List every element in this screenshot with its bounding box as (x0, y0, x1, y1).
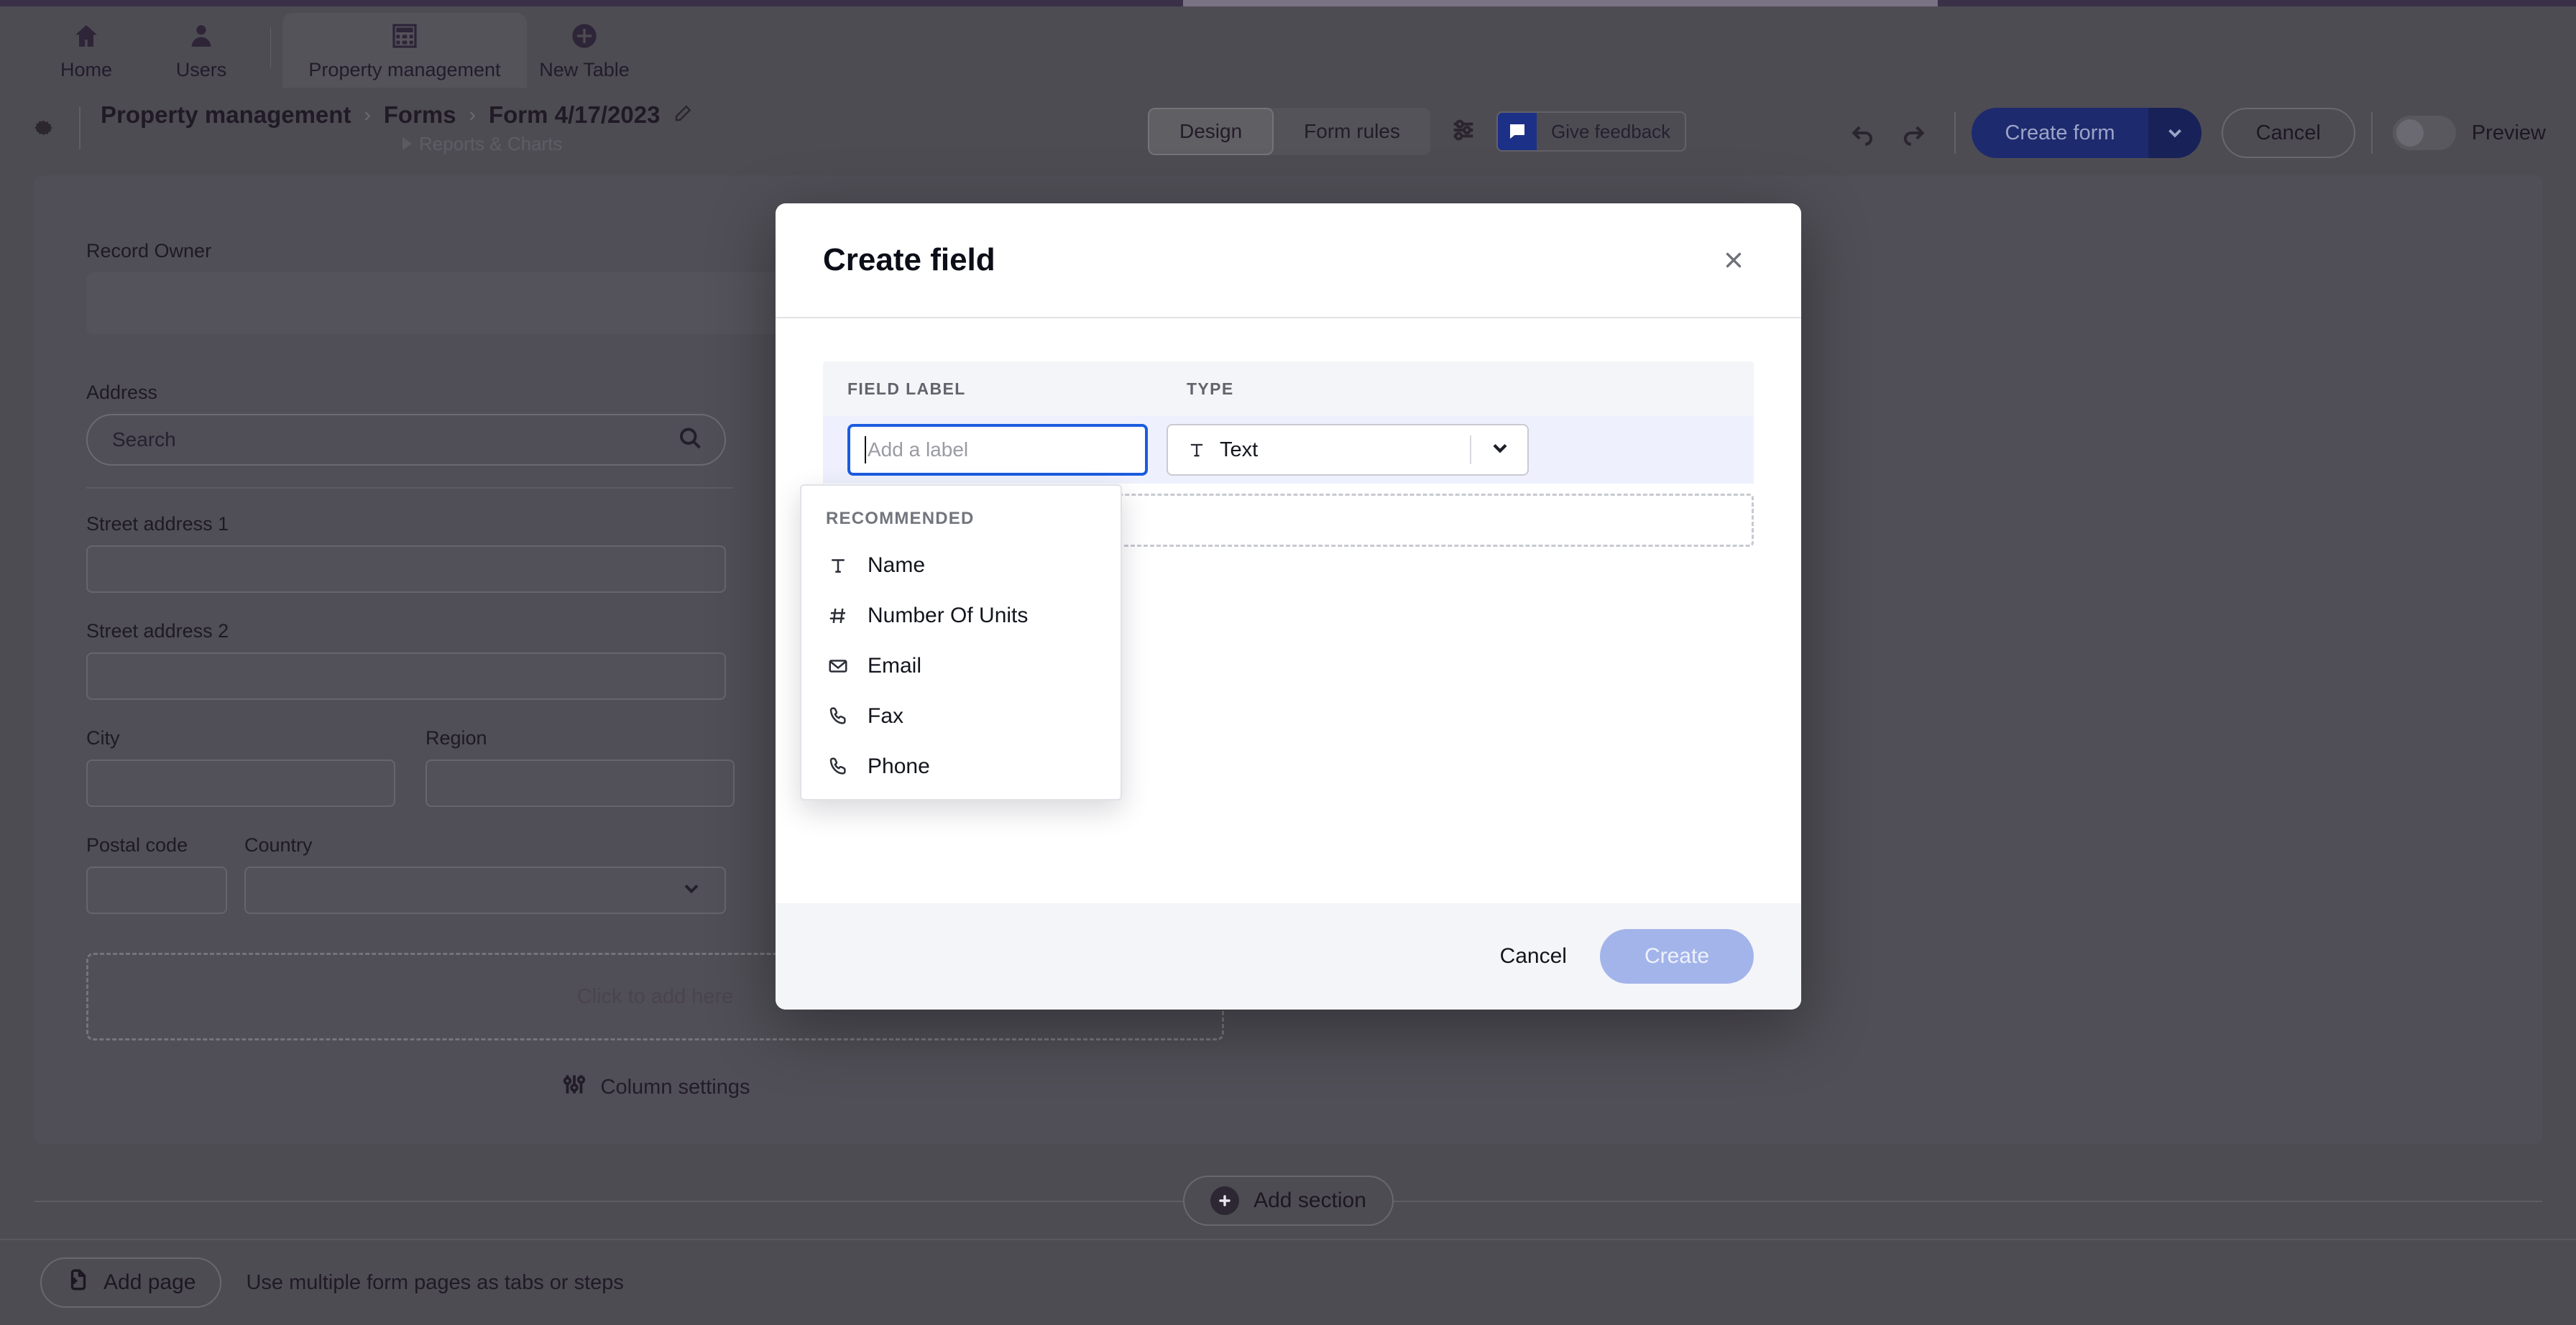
recommended-item-email[interactable]: Email (801, 641, 1121, 691)
field-type-value: Text (1220, 438, 1259, 461)
field-row: Add a label Text (823, 416, 1754, 484)
add-section-button[interactable]: Add section (1183, 1176, 1394, 1226)
close-icon[interactable] (1714, 240, 1754, 280)
app-root: Home Users Property management New Table (0, 0, 2576, 1325)
modal-header: Create field (776, 203, 1801, 318)
recommended-item-fax[interactable]: Fax (801, 691, 1121, 742)
recommended-item-label: Number Of Units (868, 604, 1029, 627)
select-divider (1470, 435, 1471, 464)
recommended-item-label: Name (868, 553, 926, 577)
modal-body: FIELD LABEL TYPE Add a label Text RECOMM… (776, 318, 1801, 903)
recommended-item-name[interactable]: Name (801, 540, 1121, 591)
modal-create-button[interactable]: Create (1599, 929, 1754, 984)
recommended-item-label: Email (868, 654, 922, 678)
modal-title: Create field (823, 242, 995, 277)
envelope-icon (826, 655, 850, 677)
text-caret (865, 436, 866, 463)
field-grid-header: FIELD LABEL TYPE (823, 361, 1754, 416)
modal-footer: Cancel Create (776, 903, 1801, 1010)
column-header-type: TYPE (1187, 379, 1234, 398)
add-section-label: Add section (1254, 1188, 1366, 1212)
plus-circle-filled-icon (1210, 1186, 1240, 1215)
phone-icon (826, 756, 850, 777)
phone-icon (826, 706, 850, 727)
recommended-item-phone[interactable]: Phone (801, 742, 1121, 792)
recommended-item-label: Fax (868, 704, 904, 728)
chevron-down-icon[interactable] (1489, 437, 1512, 463)
text-type-icon (826, 555, 850, 576)
hash-icon (826, 605, 850, 627)
recommended-item-number-of-units[interactable]: Number Of Units (801, 591, 1121, 641)
recommended-item-label: Phone (868, 754, 930, 778)
recommended-labels-menu: RECOMMENDED Name Number Of Units Email F… (800, 484, 1122, 800)
column-header-field-label: FIELD LABEL (847, 379, 966, 398)
field-type-select[interactable]: Text (1167, 424, 1529, 476)
modal-cancel-button[interactable]: Cancel (1500, 944, 1567, 969)
field-label-placeholder: Add a label (868, 438, 969, 461)
create-field-modal: Create field FIELD LABEL TYPE Add a labe… (776, 203, 1801, 1010)
recommended-heading: RECOMMENDED (826, 509, 975, 528)
text-type-icon (1184, 439, 1210, 461)
field-label-input[interactable]: Add a label (847, 424, 1148, 476)
